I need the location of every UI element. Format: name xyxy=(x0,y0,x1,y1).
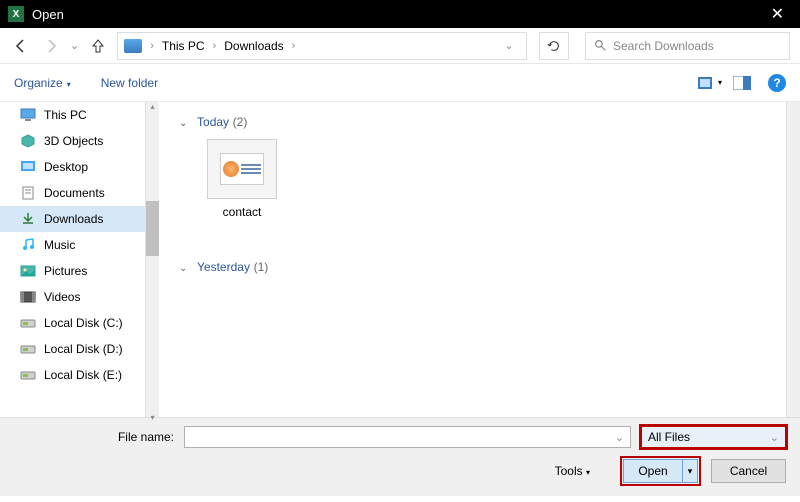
group-count: (2) xyxy=(233,115,248,129)
group-label: Yesterday xyxy=(197,260,250,274)
view-menu[interactable]: ▾ xyxy=(698,75,722,91)
preview-pane-button[interactable] xyxy=(730,75,754,91)
address-dropdown[interactable]: ⌄ xyxy=(498,35,520,57)
group-label: Today xyxy=(197,115,229,129)
refresh-button[interactable] xyxy=(539,32,569,60)
close-button[interactable]: ✕ xyxy=(763,4,792,24)
sidebar-item-label: Local Disk (C:) xyxy=(44,316,123,330)
breadcrumb-root[interactable]: This PC xyxy=(162,39,205,53)
breadcrumb-sep: › xyxy=(292,40,296,52)
sidebar-item-disk-c[interactable]: Local Disk (C:) xyxy=(0,310,145,336)
breadcrumb-current[interactable]: Downloads xyxy=(224,39,283,53)
sidebar: This PC 3D Objects Desktop Documents Dow… xyxy=(0,102,145,417)
tools-menu[interactable]: Tools ▾ xyxy=(555,464,590,478)
sidebar-item-downloads[interactable]: Downloads xyxy=(0,206,145,232)
pictures-icon xyxy=(20,263,36,279)
3d-icon xyxy=(20,133,36,149)
sidebar-item-label: Local Disk (E:) xyxy=(44,368,122,382)
downloads-icon xyxy=(20,211,36,227)
address-bar[interactable]: › This PC › Downloads › ⌄ xyxy=(117,32,527,60)
search-input[interactable]: Search Downloads xyxy=(585,32,790,60)
excel-icon: X xyxy=(8,6,24,22)
sidebar-item-label: This PC xyxy=(44,108,87,122)
group-count: (1) xyxy=(254,260,269,274)
videos-icon xyxy=(20,289,36,305)
thispc-icon xyxy=(20,107,36,123)
scroll-thumb[interactable] xyxy=(146,201,159,256)
filename-label: File name: xyxy=(14,430,174,444)
open-button[interactable]: Open xyxy=(623,459,683,483)
file-listing: ⌄ Today (2) contact ⌄ Yesterday (1) xyxy=(159,102,786,417)
sidebar-item-label: 3D Objects xyxy=(44,134,103,148)
music-icon xyxy=(20,237,36,253)
help-button[interactable]: ? xyxy=(768,74,786,92)
forward-button[interactable] xyxy=(40,35,62,57)
open-dropdown[interactable]: ▾ xyxy=(683,459,698,483)
sidebar-item-label: Documents xyxy=(44,186,105,200)
sidebar-item-desktop[interactable]: Desktop xyxy=(0,154,145,180)
disk-icon xyxy=(20,367,36,383)
search-icon xyxy=(594,39,607,52)
sidebar-item-label: Pictures xyxy=(44,264,87,278)
disk-icon xyxy=(20,341,36,357)
sidebar-item-thispc[interactable]: This PC xyxy=(0,102,145,128)
organize-menu[interactable]: Organize▾ xyxy=(14,76,71,90)
sidebar-item-videos[interactable]: Videos xyxy=(0,284,145,310)
new-folder-button[interactable]: New folder xyxy=(101,76,158,90)
disk-icon xyxy=(20,315,36,331)
search-placeholder: Search Downloads xyxy=(613,39,714,53)
breadcrumb-sep: › xyxy=(150,40,154,52)
window-title: Open xyxy=(32,7,763,22)
folder-icon xyxy=(124,39,142,53)
contact-icon xyxy=(207,139,277,199)
filetype-dropdown[interactable]: All Files ⌄ xyxy=(641,426,786,448)
chevron-down-icon: ⌄ xyxy=(179,118,187,129)
sidebar-scrollbar[interactable]: ▴ ▾ xyxy=(145,102,159,417)
up-button[interactable] xyxy=(87,35,109,57)
desktop-icon xyxy=(20,159,36,175)
breadcrumb-sep: › xyxy=(213,40,217,52)
sidebar-item-music[interactable]: Music xyxy=(0,232,145,258)
back-button[interactable] xyxy=(10,35,32,57)
sidebar-item-label: Videos xyxy=(44,290,80,304)
sidebar-item-3dobjects[interactable]: 3D Objects xyxy=(0,128,145,154)
content-scrollbar[interactable] xyxy=(786,102,800,417)
cancel-button[interactable]: Cancel xyxy=(711,459,786,483)
sidebar-item-label: Local Disk (D:) xyxy=(44,342,123,356)
sidebar-item-pictures[interactable]: Pictures xyxy=(0,258,145,284)
filename-input[interactable]: ⌄ xyxy=(184,426,631,448)
group-yesterday[interactable]: ⌄ Yesterday (1) xyxy=(179,259,766,274)
sidebar-item-documents[interactable]: Documents xyxy=(0,180,145,206)
sidebar-item-disk-d[interactable]: Local Disk (D:) xyxy=(0,336,145,362)
file-name: contact xyxy=(197,205,287,219)
sidebar-item-label: Music xyxy=(44,238,75,252)
sidebar-item-label: Downloads xyxy=(44,212,103,226)
filetype-value: All Files xyxy=(648,430,690,444)
sidebar-item-disk-e[interactable]: Local Disk (E:) xyxy=(0,362,145,388)
file-item-contact[interactable]: contact xyxy=(197,139,287,219)
documents-icon xyxy=(20,185,36,201)
recent-locations-dropdown[interactable]: ⌄ xyxy=(70,39,79,52)
sidebar-item-label: Desktop xyxy=(44,160,88,174)
chevron-down-icon: ⌄ xyxy=(179,263,187,274)
group-today[interactable]: ⌄ Today (2) xyxy=(179,114,766,129)
